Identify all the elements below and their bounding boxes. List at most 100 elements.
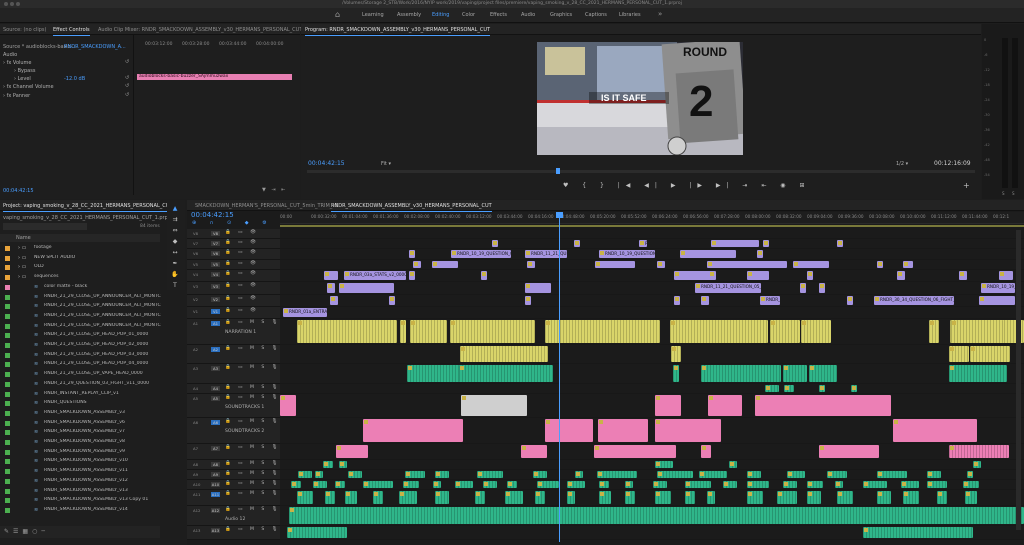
timeline-clip[interactable] [707, 491, 715, 504]
track-visibility-icon[interactable]: 🔒 ▭ 👁 [225, 250, 259, 255]
project-item[interactable]: ≋ RNDR_SMACKDOWN_ASSEMBLY_v11 [0, 467, 155, 476]
time-ruler[interactable]: 00:00 00:00:32:00 00:01:04:00 00:01:36:00 00… [280, 212, 1024, 224]
project-item[interactable]: › ▭ footage [0, 244, 155, 253]
timeline-timecode[interactable]: 00:04:42:15 [191, 211, 234, 219]
label-color-swatch[interactable] [5, 343, 10, 348]
timeline-clip[interactable] [723, 481, 737, 488]
label-color-swatch[interactable] [5, 313, 10, 319]
level-value[interactable]: -12.0 dB [64, 76, 85, 82]
timeline-clip[interactable] [507, 481, 517, 488]
reset-icon[interactable]: ↺ [125, 93, 130, 98]
timeline-clip[interactable] [999, 271, 1013, 280]
timeline-clip[interactable] [765, 385, 779, 392]
track-lane[interactable]: RNDR_21_7 RNDR_30_34_QUESTION_06_FIGHT_v2… [280, 295, 1024, 307]
track-lane[interactable]: RNDR_10_19_QUESTION_09_FIGHT RNDR_11_21_Q… [280, 249, 1024, 260]
timeline-clip[interactable] [949, 445, 1009, 458]
timeline-clip[interactable] [807, 271, 813, 280]
timeline-clip[interactable] [747, 491, 763, 504]
timeline-clip[interactable] [567, 481, 585, 488]
timeline-clip[interactable] [327, 283, 335, 293]
workspace-tab-learning[interactable]: Learning [362, 12, 384, 18]
source-patch[interactable]: A4 [193, 386, 198, 391]
timeline-clip[interactable] [407, 365, 467, 382]
timeline-clip[interactable] [521, 445, 547, 458]
timeline-clip[interactable]: RNDR_10_19_QUESTION_09_FIGHT [639, 240, 647, 247]
track-lane[interactable] [280, 526, 1024, 540]
label-color-swatch[interactable] [5, 507, 10, 513]
track-target[interactable]: A6 [211, 420, 220, 425]
timeline-clip[interactable] [483, 481, 497, 488]
source-patch[interactable]: V6 [193, 251, 198, 256]
timeline-clip[interactable] [959, 271, 967, 280]
more-workspaces-icon[interactable]: » [658, 10, 662, 18]
timeline-clip[interactable] [348, 471, 362, 478]
slip-tool-icon[interactable]: ↔ [170, 248, 180, 257]
timeline-clip[interactable] [409, 250, 415, 258]
program-scrubber[interactable] [307, 170, 975, 173]
timeline-clip[interactable] [827, 471, 847, 478]
project-item[interactable]: ≋ RNDR_SMACKDOWN_ASSEMBLY_v6 [0, 419, 155, 428]
timeline-clip[interactable] [653, 481, 667, 488]
label-color-swatch[interactable] [5, 469, 10, 475]
timeline-clip[interactable] [461, 395, 527, 416]
timeline-clip[interactable] [903, 261, 913, 268]
timeline-clip[interactable] [901, 481, 919, 488]
timeline-clip[interactable] [435, 491, 449, 504]
timeline-clip[interactable] [298, 471, 312, 478]
pen-tool-icon[interactable]: ✒ [170, 259, 180, 268]
row-panner[interactable]: › fx Panner [3, 93, 30, 99]
track-mute-solo-icon[interactable]: 🔒 ▭ M S 🎙 [225, 346, 281, 351]
timeline-clip[interactable]: RNDR_10_19_QUESTION_09_FIGHT [451, 250, 511, 258]
timeline-clip[interactable] [701, 296, 709, 305]
timeline-clip[interactable] [594, 445, 676, 458]
project-item[interactable]: ≋ RNDR_SMACKDOWN_ASSEMBLY_v13 Copy 01 [0, 496, 155, 505]
track-target[interactable]: A12 [211, 508, 220, 513]
timeline-clip[interactable] [575, 471, 583, 478]
source-patch[interactable]: V4 [193, 272, 198, 277]
project-item[interactable]: ≋ RNDR_SMACKDOWN_ASSEMBLY_v7 [0, 428, 155, 437]
track-lane[interactable] [280, 384, 1024, 394]
label-color-swatch[interactable] [5, 459, 10, 465]
timeline-clip[interactable] [807, 491, 821, 504]
tab-project[interactable]: Project: vaping_smoking_v_28_CC_2021_HER… [3, 203, 179, 212]
timeline-clip[interactable] [435, 471, 449, 478]
project-item[interactable]: › ▭ sequences [0, 273, 155, 282]
timeline-clip[interactable] [835, 481, 843, 488]
program-frame[interactable]: ROUND 2 IS IT SAFE [537, 42, 743, 155]
timeline-clip[interactable] [655, 491, 671, 504]
workspace-tab-effects[interactable]: Effects [490, 12, 507, 18]
timeline-clip[interactable] [847, 296, 853, 305]
track-target[interactable]: V4 [211, 272, 220, 277]
timeline-clip[interactable] [701, 365, 781, 382]
source-patch[interactable]: V8 [193, 231, 198, 236]
timeline-clip[interactable] [345, 491, 357, 504]
track-mute-solo-icon[interactable]: 🔒 ▭ M S 🎙 [225, 491, 281, 496]
label-color-swatch[interactable] [5, 333, 10, 339]
icon-view-icon[interactable]: ▦ [22, 528, 32, 535]
project-item[interactable]: ≋ RNDR_SMACKDOWN_ASSEMBLY_v9 [0, 448, 155, 457]
timeline-clip[interactable] [598, 419, 648, 442]
track-header[interactable]: A2 A2 🔒 ▭ M S 🎙 [187, 345, 280, 364]
timeline-clip[interactable] [671, 346, 681, 362]
zoom-select[interactable]: Fit ▾ [381, 161, 391, 167]
timeline-clip[interactable] [280, 395, 296, 416]
timeline-clip[interactable] [525, 283, 551, 293]
track-lane[interactable] [280, 444, 1024, 460]
timeline-clip[interactable] [893, 419, 977, 442]
timeline-clip[interactable] [655, 395, 681, 416]
project-item[interactable]: ≋ RNDR_SMACKDOWN_ASSEMBLY_v14 [0, 506, 155, 515]
track-visibility-icon[interactable]: 🔒 ▭ 👁 [225, 261, 259, 266]
timeline-clip[interactable] [747, 271, 769, 280]
source-patch[interactable]: A8 [193, 462, 198, 467]
workspace-tab-captions[interactable]: Captions [585, 12, 607, 18]
timeline-clip[interactable] [837, 491, 853, 504]
track-target[interactable]: A13 [211, 528, 220, 533]
timeline-clip[interactable]: RNDR_30_34_QUESTION_06_FIGHT_v20 [874, 296, 954, 305]
track-target[interactable]: V2 [211, 297, 220, 302]
timeline-clip[interactable] [929, 320, 939, 343]
source-patch[interactable]: A11 [193, 492, 200, 497]
project-item[interactable]: ≋ RNDR_21_29_CLOSE_UP_HEAD_POP_01_0000 [0, 331, 155, 340]
label-color-swatch[interactable] [5, 430, 10, 436]
track-mute-solo-icon[interactable]: 🔒 ▭ M S 🎙 [225, 385, 281, 390]
track-header[interactable]: A13 A13 🔒 ▭ M S 🎙 [187, 526, 280, 540]
